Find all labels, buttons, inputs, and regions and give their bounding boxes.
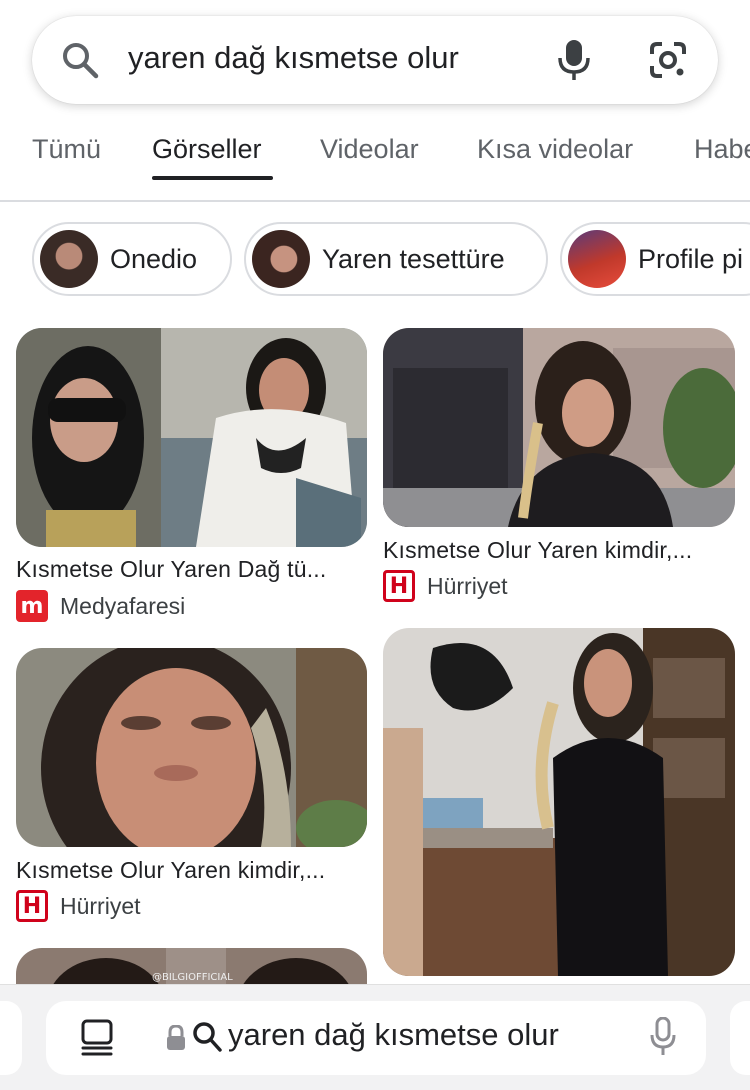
active-tab-indicator	[152, 176, 273, 180]
tabs-divider	[0, 200, 750, 202]
chip-onedio[interactable]: Onedio	[32, 222, 232, 296]
result-title[interactable]: Kısmetse Olur Yaren kimdir,...	[16, 857, 368, 884]
chip-label: Yaren tesettüre	[322, 243, 505, 274]
search-icon	[193, 1022, 222, 1052]
address-bar[interactable]: yaren dağ kısmetse olur	[46, 1001, 706, 1075]
result-image[interactable]	[16, 328, 367, 547]
lock-icon	[167, 1025, 185, 1050]
result-photo-medyafaresi	[16, 328, 367, 547]
search-tabs: Tümü Görseller Videolar Kısa videolar Ha…	[0, 120, 750, 200]
result-source[interactable]: m Medyafaresi	[16, 590, 185, 622]
chip-thumbnail	[568, 230, 626, 288]
result-image[interactable]	[383, 628, 735, 976]
chip-thumbnail	[252, 230, 310, 288]
related-chips: Onedio Yaren tesettüre Profile pi	[0, 222, 750, 298]
tab-short-videos[interactable]: Kısa videolar	[477, 134, 633, 165]
result-source[interactable]: H Hürriyet	[16, 890, 141, 922]
chip-thumbnail	[40, 230, 98, 288]
search-icon[interactable]	[60, 40, 100, 80]
tab-overview-icon[interactable]	[80, 1019, 114, 1057]
source-name: Hürriyet	[427, 572, 508, 599]
result-photo-hurriyet-1	[383, 328, 735, 527]
result-photo-hurriyet-2	[16, 648, 367, 847]
microphone-icon[interactable]	[650, 1017, 676, 1057]
hurriyet-logo-icon: H	[16, 890, 48, 922]
result-image[interactable]	[383, 328, 735, 527]
chip-profile[interactable]: Profile pi	[560, 222, 750, 296]
image-watermark: @BILGIOFFICIAL	[152, 972, 233, 983]
result-photo-tall	[383, 628, 735, 976]
source-name: Hürriyet	[60, 892, 141, 919]
address-text[interactable]: yaren dağ kısmetse olur	[228, 1017, 559, 1053]
chip-yaren-tesetture[interactable]: Yaren tesettüre	[244, 222, 548, 296]
hurriyet-logo-icon: H	[383, 570, 415, 602]
browser-bottom-bar: yaren dağ kısmetse olur	[0, 984, 750, 1090]
next-tab-preview[interactable]	[730, 1001, 750, 1075]
search-bar[interactable]: yaren dağ kısmetse olur	[32, 16, 718, 104]
result-title[interactable]: Kısmetse Olur Yaren kimdir,...	[383, 537, 735, 564]
source-name: Medyafaresi	[60, 592, 186, 619]
microphone-icon[interactable]	[556, 38, 592, 82]
result-title[interactable]: Kısmetse Olur Yaren Dağ tü...	[16, 556, 368, 583]
tab-all[interactable]: Tümü	[32, 134, 101, 165]
tab-videos[interactable]: Videolar	[320, 134, 419, 165]
previous-tab-preview[interactable]	[0, 1001, 22, 1075]
result-image[interactable]	[16, 648, 367, 847]
result-source[interactable]: H Hürriyet	[383, 570, 508, 602]
google-lens-icon[interactable]	[648, 40, 688, 80]
tab-images[interactable]: Görseller	[152, 134, 262, 165]
chip-label: Onedio	[110, 243, 198, 274]
search-query[interactable]: yaren dağ kısmetse olur	[128, 40, 459, 76]
medyafaresi-logo-icon: m	[16, 590, 48, 622]
chip-label: Profile pi	[638, 243, 744, 274]
tab-news[interactable]: Haberler	[694, 134, 750, 165]
